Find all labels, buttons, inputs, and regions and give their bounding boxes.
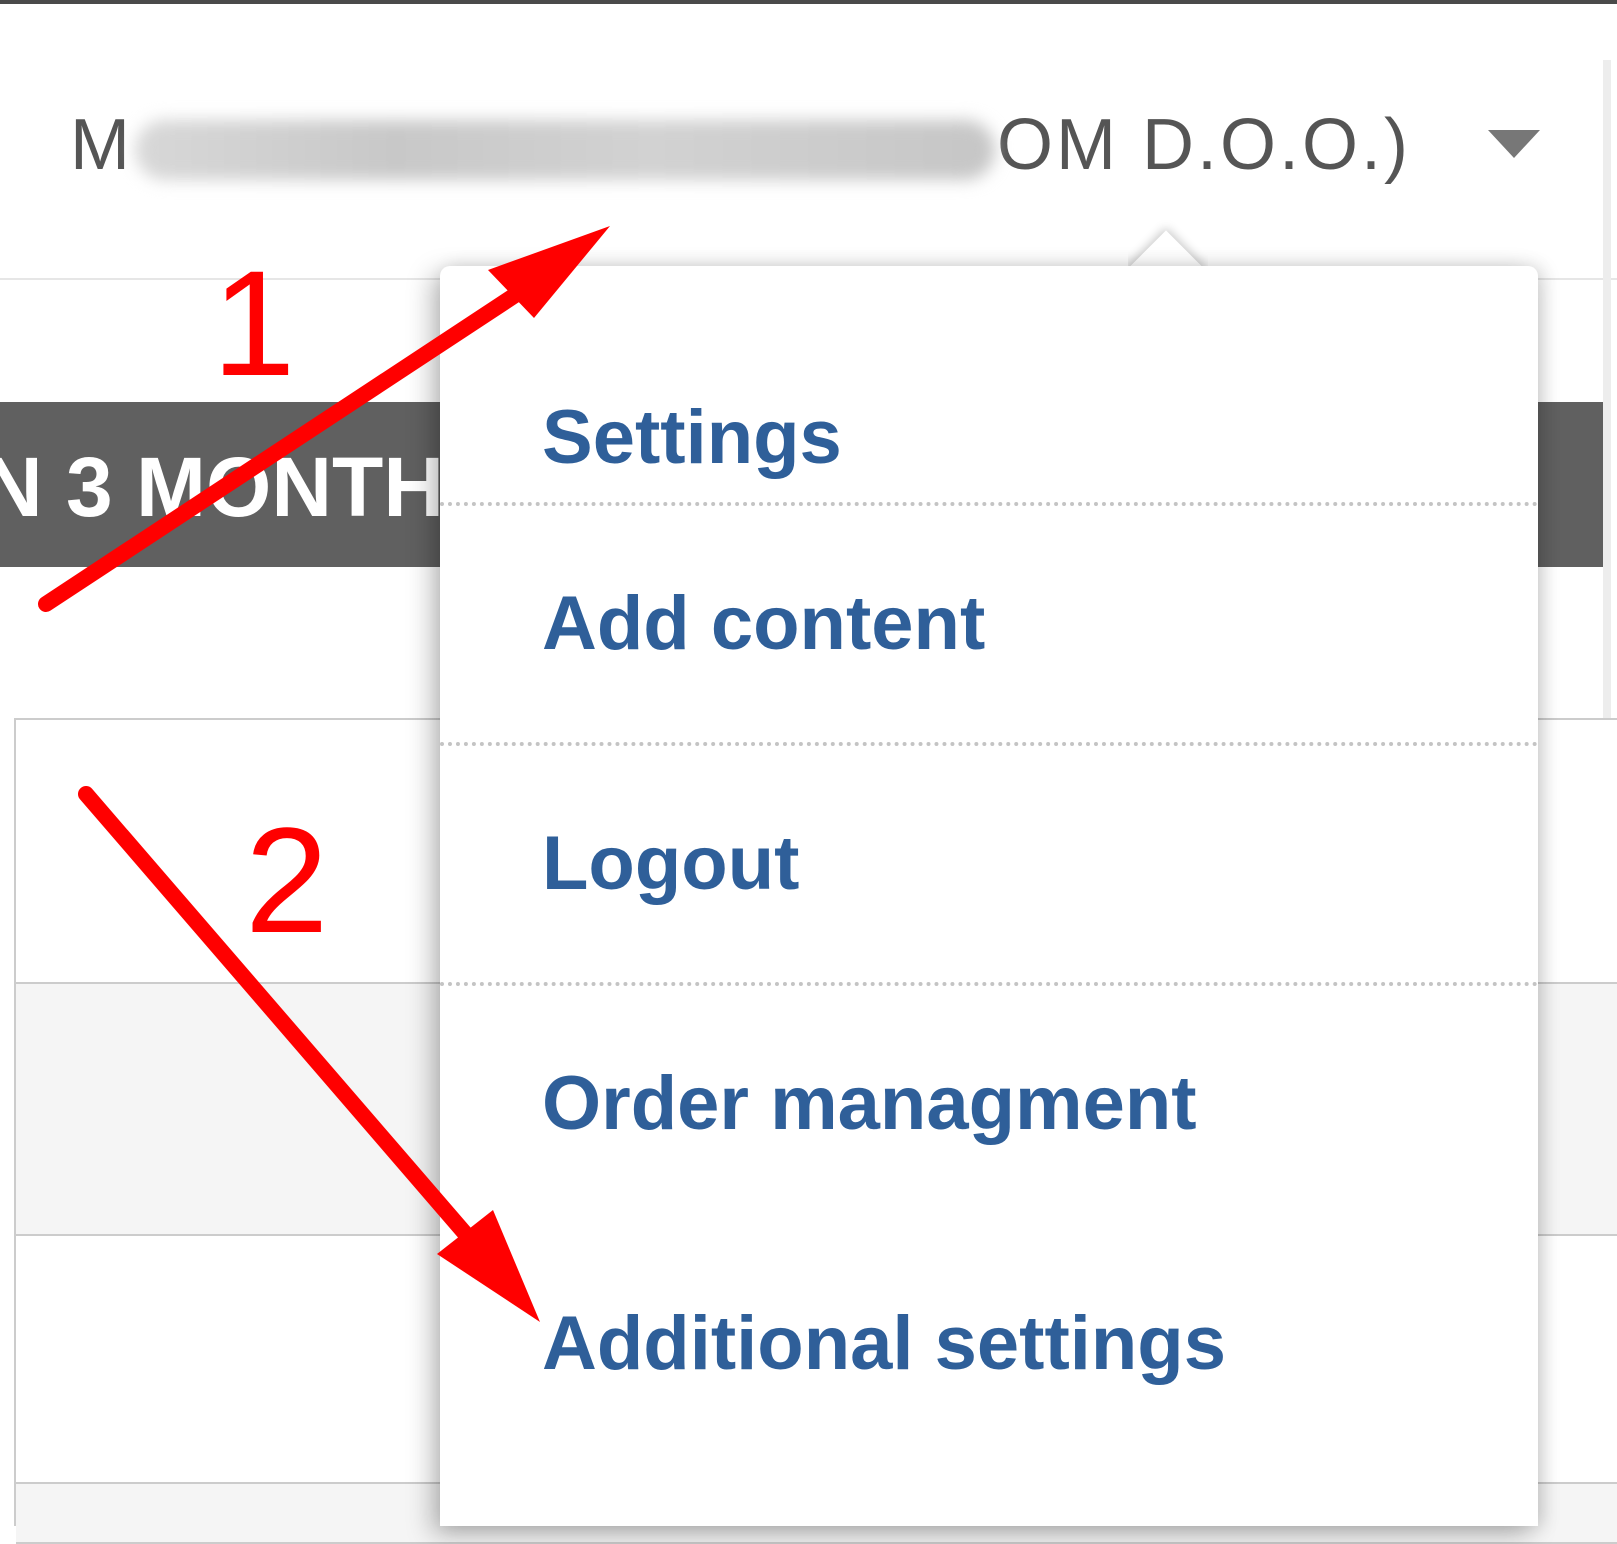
menu-item-label[interactable]: Add content <box>542 574 985 674</box>
user-menu-toggle[interactable]: M OM D.O.O.) <box>70 100 1550 190</box>
caret-down-icon[interactable] <box>1488 130 1540 158</box>
top-border <box>0 0 1617 4</box>
user-dropdown-menu: Settings Add content Logout Order managm… <box>440 266 1538 1526</box>
user-name-end: OM D.O.O.) <box>996 105 1411 185</box>
menu-item-settings[interactable]: Settings <box>440 266 1538 506</box>
menu-item-order-management[interactable]: Order managment <box>440 986 1538 1226</box>
menu-item-logout[interactable]: Logout <box>440 746 1538 986</box>
user-name[interactable]: M OM D.O.O.) <box>70 100 1411 190</box>
redacted-name-blur <box>134 119 995 180</box>
step-1-number: 1 <box>212 239 295 407</box>
period-label: N 3 MONTH <box>0 440 444 534</box>
menu-item-additional-settings[interactable]: Additional settings <box>440 1226 1538 1466</box>
dropdown-pointer <box>1128 212 1208 272</box>
menu-item-label[interactable]: Order managment <box>542 1054 1197 1154</box>
menu-item-label[interactable]: Settings <box>542 388 842 488</box>
menu-item-add-content[interactable]: Add content <box>440 506 1538 746</box>
user-name-start: M <box>70 105 133 185</box>
menu-item-label[interactable]: Additional settings <box>542 1294 1226 1394</box>
menu-item-label[interactable]: Logout <box>542 814 799 914</box>
